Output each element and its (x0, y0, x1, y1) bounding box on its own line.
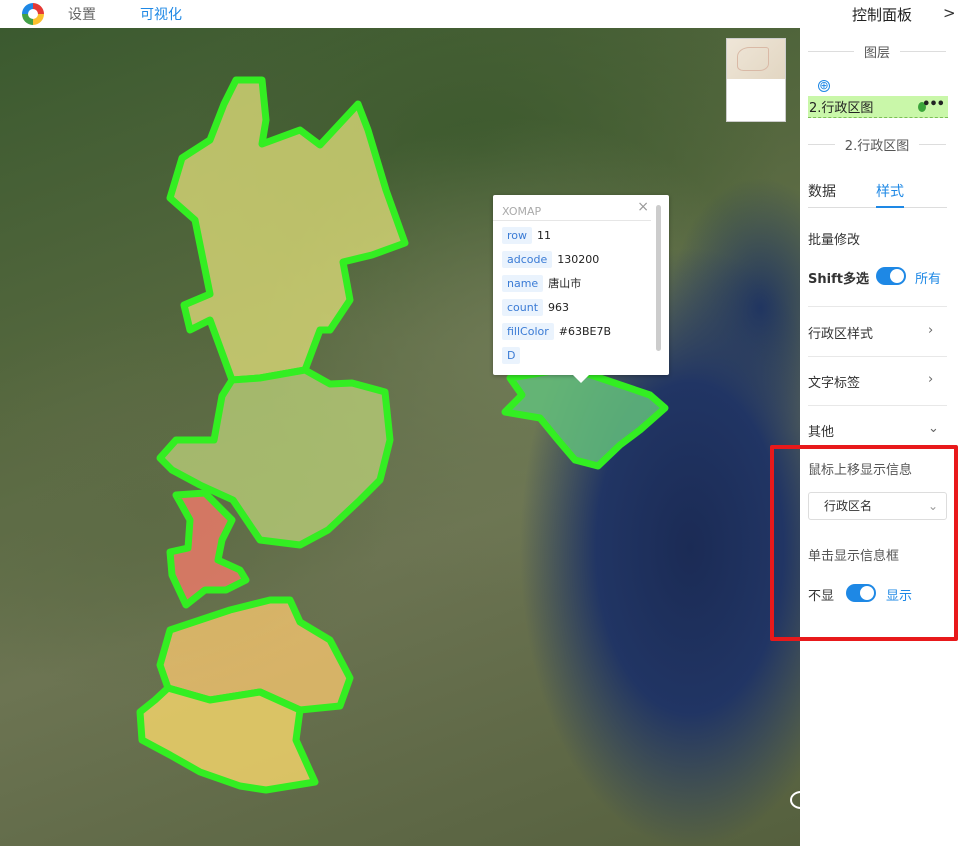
popup-title: XOMAP (493, 195, 651, 221)
popup-key: name (502, 274, 544, 292)
wechat-icon (790, 789, 826, 817)
click-info-off-label[interactable]: 不显 (808, 585, 834, 604)
district-style-item[interactable]: 行政区样式 (808, 323, 873, 342)
batch-edit-label: 批量修改 (808, 233, 861, 248)
popup-row: D (493, 343, 669, 367)
shift-multiselect-label: Shift多选 (808, 272, 869, 287)
nav-visualization[interactable]: 可视化 (140, 4, 182, 24)
divider (808, 306, 947, 307)
tab-data[interactable]: 数据 (808, 176, 836, 207)
popup-key: row (502, 226, 533, 244)
hover-info-select[interactable]: 行政区名 ⌄ (808, 492, 947, 520)
shift-multiselect-toggle[interactable] (876, 267, 906, 285)
popup-key: fillColor (502, 322, 554, 340)
basemap-switcher[interactable]: 地图 路况 (726, 38, 786, 122)
panel-tabs: 数据 样式 (808, 176, 947, 208)
panel-title: 控制面板 (852, 6, 913, 24)
watermark-text: 小O地图 (834, 792, 910, 816)
popup-key: D (502, 346, 521, 364)
layer-item[interactable]: 2.行政区图 ••• (808, 96, 948, 118)
layer-item-label: 2.行政区图 (809, 101, 874, 116)
popup-row: name 唐山市 (493, 271, 669, 295)
chevron-down-icon: ⌄ (927, 499, 938, 513)
popup-value: 11 (537, 228, 552, 242)
click-info-label: 单击显示信息框 (808, 549, 900, 564)
more-options-icon[interactable]: ••• (922, 97, 945, 112)
chevron-right-icon[interactable]: › (928, 323, 933, 338)
popup-row: row 11 (493, 223, 669, 247)
layer-section-title: 2.行政区图 (808, 135, 946, 154)
divider (808, 356, 947, 357)
hover-info-label: 鼠标上移显示信息 (808, 463, 913, 478)
basemap-thumbnail[interactable] (727, 39, 785, 79)
popup-value: 130200 (557, 252, 600, 266)
divider (808, 405, 947, 406)
region-small-red[interactable] (166, 489, 250, 609)
popup-value: 963 (548, 300, 570, 314)
region-south-2[interactable] (136, 684, 319, 794)
popup-key: count (502, 298, 544, 316)
nav-settings[interactable]: 设置 (68, 4, 96, 24)
popup-key: adcode (502, 250, 553, 268)
add-layer-icon[interactable]: ⊕ (818, 80, 830, 92)
popup-scrollbar[interactable] (656, 205, 661, 351)
region-layer (136, 76, 669, 794)
chevron-right-icon[interactable]: › (928, 372, 933, 387)
popup-close-icon[interactable]: × (637, 199, 649, 215)
panel-collapse-chevron-icon[interactable]: > (943, 4, 956, 22)
popup-row: adcode 130200 (493, 247, 669, 271)
text-label-item[interactable]: 文字标签 (808, 372, 860, 391)
hover-info-value: 行政区名 (824, 499, 873, 513)
watermark: 小O地图 (790, 788, 910, 817)
region-north[interactable] (166, 76, 409, 384)
other-item[interactable]: 其他 (808, 421, 834, 440)
popup-row: fillColor #63BE7B (493, 319, 669, 343)
info-popup: XOMAP × row 11 adcode 130200 name 唐山市 count… (493, 195, 669, 383)
top-nav-bar: 设置 可视化 (0, 0, 800, 28)
popup-row: count 963 (493, 295, 669, 319)
popup-value: 唐山市 (548, 277, 582, 290)
click-info-toggle[interactable] (846, 584, 876, 602)
shift-multiselect-value[interactable]: 所有 (915, 268, 941, 287)
layers-section-title: 图层 (808, 42, 946, 61)
satellite-map[interactable]: 地图 路况 XOMAP × row 11 adcode 130200 name 唐山市… (0, 28, 800, 846)
tab-style[interactable]: 样式 (876, 176, 904, 208)
click-info-on-label[interactable]: 显示 (886, 585, 912, 604)
app-logo-icon (22, 3, 44, 25)
popup-value: #63BE7B (558, 324, 612, 338)
chevron-down-icon[interactable]: ⌄ (928, 421, 939, 436)
